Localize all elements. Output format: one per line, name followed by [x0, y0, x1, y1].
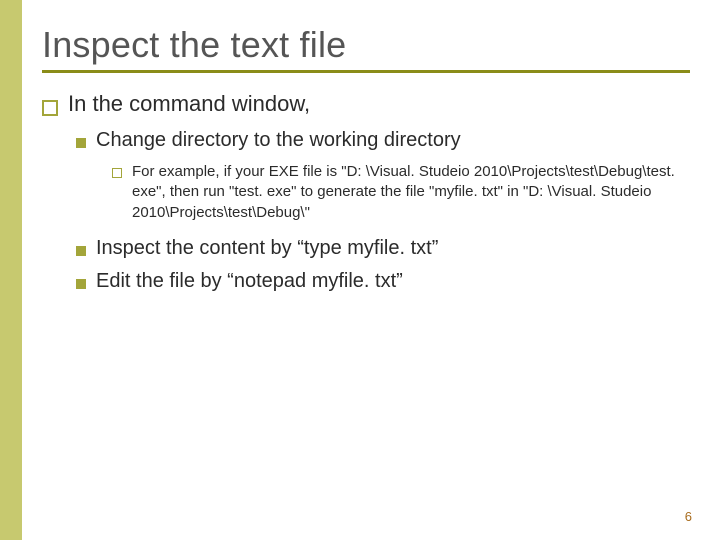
square-outline-small-icon [112, 168, 122, 178]
bullet-text: Inspect the content by “type myfile. txt… [96, 237, 690, 260]
square-solid-icon [76, 246, 86, 256]
slide-title: Inspect the text file [42, 24, 690, 66]
square-outline-icon [42, 100, 58, 116]
bullet-text: For example, if your EXE file is "D: \Vi… [132, 162, 690, 223]
page-number: 6 [685, 509, 692, 524]
slide-body: Inspect the text file In the command win… [22, 0, 720, 540]
square-solid-icon [76, 279, 86, 289]
bullet-level2: Inspect the content by “type myfile. txt… [76, 237, 690, 260]
bullet-level2: Edit the file by “notepad myfile. txt” [76, 270, 690, 293]
bullet-text: In the command window, [68, 91, 690, 117]
bullet-text: Edit the file by “notepad myfile. txt” [96, 270, 690, 293]
bullet-level1: In the command window, [42, 91, 690, 117]
title-underline [42, 70, 690, 73]
accent-sidebar [0, 0, 22, 540]
square-solid-icon [76, 138, 86, 148]
bullet-level3: For example, if your EXE file is "D: \Vi… [112, 162, 690, 223]
bullet-text: Change directory to the working director… [96, 129, 690, 152]
bullet-level2: Change directory to the working director… [76, 129, 690, 152]
